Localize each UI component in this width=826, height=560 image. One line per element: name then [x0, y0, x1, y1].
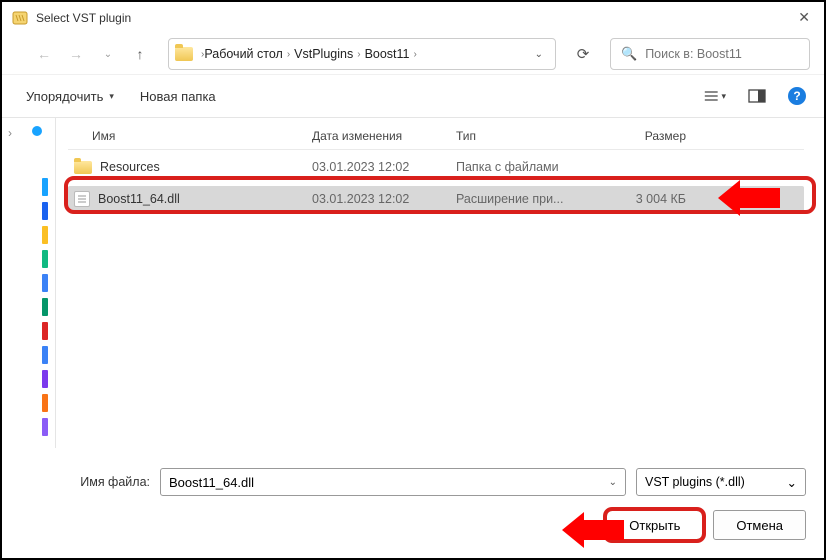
view-menu-button[interactable]: ▾: [704, 85, 726, 107]
file-type: Расширение при...: [456, 192, 596, 206]
refresh-button[interactable]: ⟳: [566, 38, 600, 70]
preview-pane-button[interactable]: [746, 85, 768, 107]
annotation-arrow-open: [584, 520, 624, 540]
crumb[interactable]: Boost11: [365, 47, 410, 61]
toolbar: Упорядочить ▾ Новая папка ▾ ?: [2, 74, 824, 118]
sidebar-item-sliver[interactable]: [42, 178, 48, 196]
crumb[interactable]: Рабочий стол: [204, 47, 282, 61]
navigation-row: ← → ⌄ ↑ › Рабочий стол › VstPlugins › Boost1…: [2, 34, 824, 74]
filetype-filter[interactable]: VST plugins (*.dll) ⌄: [636, 468, 806, 496]
col-date[interactable]: Дата изменения: [312, 129, 456, 143]
titlebar: Select VST plugin ✕: [2, 2, 824, 34]
recent-dropdown[interactable]: ⌄: [94, 40, 122, 68]
path-dropdown[interactable]: ⌄: [529, 49, 549, 60]
file-date: 03.01.2023 12:02: [312, 192, 456, 206]
filename-value: Boost11_64.dll: [169, 475, 254, 490]
filter-label: VST plugins (*.dll): [645, 475, 745, 489]
chevron-right-icon: ›: [357, 49, 360, 60]
filename-input[interactable]: Boost11_64.dll ⌄: [160, 468, 626, 496]
caret-down-icon: ▾: [721, 91, 726, 102]
filename-label: Имя файла:: [20, 475, 150, 489]
sidebar-item-sliver[interactable]: [42, 322, 48, 340]
file-row[interactable]: Boost11_64.dll 03.01.2023 12:02Расширение…: [68, 186, 804, 212]
window-title: Select VST plugin: [36, 11, 131, 25]
crumb[interactable]: VstPlugins: [294, 47, 353, 61]
file-list: Имя Дата изменения Тип Размер Resources 0…: [56, 118, 824, 448]
app-icon: [12, 10, 28, 26]
sidebar-item-sliver[interactable]: [42, 226, 48, 244]
main-area: › Имя Дата изменения Тип Размер Resource…: [2, 118, 824, 448]
file-icon: [74, 191, 90, 207]
search-field[interactable]: [645, 47, 799, 61]
file-row[interactable]: Resources 03.01.2023 12:02Папка с файлами: [68, 154, 804, 180]
chevron-right-icon: ›: [414, 49, 417, 60]
annotation-arrow-row: [740, 188, 780, 208]
filename-dropdown-icon[interactable]: ⌄: [609, 477, 617, 488]
folder-icon: [74, 161, 92, 174]
chevron-right-icon: ›: [287, 49, 290, 60]
sidebar-item-sliver[interactable]: [42, 346, 48, 364]
organize-label: Упорядочить: [26, 89, 103, 104]
new-folder-button[interactable]: Новая папка: [140, 89, 216, 104]
sidebar-item-dot[interactable]: [32, 126, 42, 136]
help-button[interactable]: ?: [788, 87, 806, 105]
search-input[interactable]: 🔍: [610, 38, 810, 70]
sidebar-item-sliver[interactable]: [42, 370, 48, 388]
sidebar-item-sliver[interactable]: [42, 418, 48, 436]
close-icon[interactable]: ✕: [798, 9, 810, 26]
sidebar-item-sliver[interactable]: [42, 298, 48, 316]
file-date: 03.01.2023 12:02: [312, 160, 456, 174]
up-button[interactable]: ↑: [126, 40, 154, 68]
organize-button[interactable]: Упорядочить ▾: [20, 85, 120, 108]
search-icon: 🔍: [621, 46, 637, 62]
file-type: Папка с файлами: [456, 160, 596, 174]
filter-dropdown-icon[interactable]: ⌄: [787, 475, 797, 490]
address-bar[interactable]: › Рабочий стол›VstPlugins›Boost11› ⌄: [168, 38, 556, 70]
forward-button[interactable]: →: [62, 40, 90, 68]
sidebar-item-sliver[interactable]: [42, 250, 48, 268]
sidebar-item-sliver[interactable]: [42, 274, 48, 292]
footer: Имя файла: Boost11_64.dll ⌄ VST plugins …: [2, 460, 824, 558]
sidebar-item-sliver[interactable]: [42, 202, 48, 220]
file-name: Resources: [100, 160, 160, 174]
file-size: 3 004 КБ: [596, 192, 706, 206]
column-headers[interactable]: Имя Дата изменения Тип Размер: [68, 122, 804, 150]
cancel-button[interactable]: Отмена: [713, 510, 806, 540]
file-name: Boost11_64.dll: [98, 192, 180, 206]
sidebar-item-sliver[interactable]: [42, 394, 48, 412]
expand-sidebar-icon[interactable]: ›: [8, 126, 12, 140]
sidebar[interactable]: ›: [2, 118, 56, 448]
caret-down-icon: ▾: [109, 91, 114, 102]
col-size[interactable]: Размер: [596, 129, 706, 143]
col-name[interactable]: Имя: [68, 129, 312, 143]
back-button[interactable]: ←: [30, 40, 58, 68]
folder-icon: [175, 47, 193, 61]
col-type[interactable]: Тип: [456, 129, 596, 143]
